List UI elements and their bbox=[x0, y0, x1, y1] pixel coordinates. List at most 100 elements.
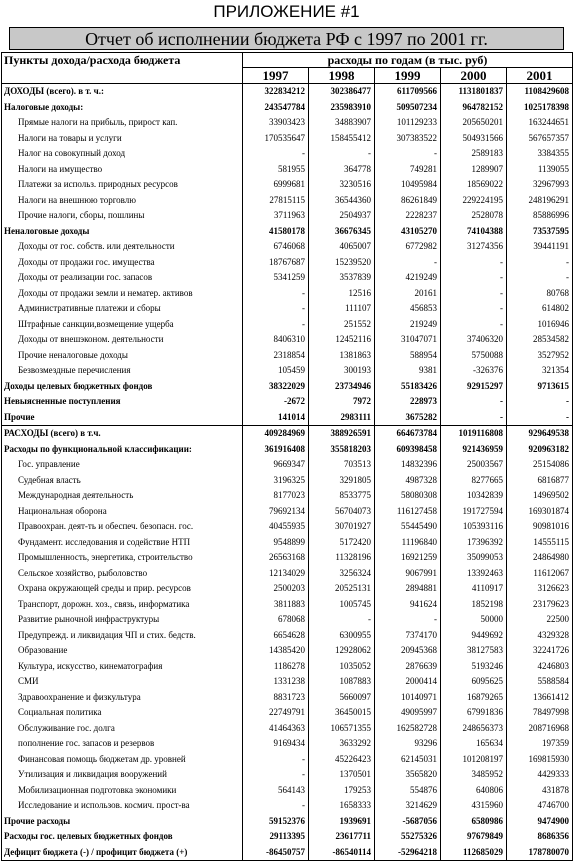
cell-value: 55275326 bbox=[374, 829, 441, 845]
cell-value: 929649538 bbox=[505, 425, 573, 442]
cell-value: 749281 bbox=[374, 161, 441, 177]
cell-value: 41580178 bbox=[242, 223, 309, 239]
cell-value: 50000 bbox=[440, 612, 507, 628]
table-row: Налоги на внешнюю торговлю 27815115 365443… bbox=[1, 192, 573, 208]
table-row: РАСХОДЫ (всего) в т.ч. 409284969 388926591… bbox=[1, 425, 573, 442]
cell-value: 10495984 bbox=[374, 177, 441, 193]
cell-value: 6999681 bbox=[242, 177, 309, 193]
cell-value: 5750088 bbox=[440, 347, 507, 363]
table-row: Штрафные санкции,возмещение ущерба -25155… bbox=[1, 316, 573, 332]
cell-value: 1186278 bbox=[242, 658, 309, 674]
cell-value: 3675282 bbox=[374, 409, 441, 426]
cell-value: 28534582 bbox=[505, 332, 573, 348]
row-label: Неналоговые доходы bbox=[1, 223, 243, 239]
cell-value: 6816877 bbox=[505, 472, 573, 488]
cell-value: 106571355 bbox=[308, 720, 375, 736]
cell-value: 1019116808 bbox=[440, 425, 507, 442]
cell-value: - bbox=[440, 285, 507, 301]
table-row: пополнение гос. запасов и резервов 916943… bbox=[1, 736, 573, 752]
cell-value: - bbox=[505, 394, 573, 410]
cell-value: 6580986 bbox=[440, 813, 507, 829]
cell-value: 1108429608 bbox=[505, 83, 573, 100]
cell-value: 2500203 bbox=[242, 581, 309, 597]
row-label: Обслуживание гос. долга bbox=[1, 720, 243, 736]
row-label: Мобилизационная подготовка экономики bbox=[1, 782, 243, 798]
table-row: Международная деятельность 8177023 8533775… bbox=[1, 488, 573, 504]
cell-value: 431878 bbox=[505, 782, 573, 798]
cell-value: 197359 bbox=[505, 736, 573, 752]
cell-value: 23617711 bbox=[308, 829, 375, 845]
cell-value: 509507234 bbox=[374, 99, 441, 115]
table-row: Утилизация и ликвидация вооружений -13705… bbox=[1, 767, 573, 783]
cell-value: 11328196 bbox=[308, 550, 375, 566]
row-label: Доходы целевых бюджетных фондов bbox=[1, 378, 243, 394]
cell-value: 4329328 bbox=[505, 627, 573, 643]
cell-value: 34883907 bbox=[308, 115, 375, 131]
cell-value: 59152376 bbox=[242, 813, 309, 829]
table-row: Культура, искусство, кинематография 11862… bbox=[1, 658, 573, 674]
cell-value: 163244651 bbox=[505, 115, 573, 131]
cell-value: 97679849 bbox=[440, 829, 507, 845]
cell-value: 38127583 bbox=[440, 643, 507, 659]
cell-value: 112685029 bbox=[440, 844, 507, 861]
cell-value: 8686356 bbox=[505, 829, 573, 845]
cell-value: 4429333 bbox=[505, 767, 573, 783]
row-label: Гос. управление bbox=[1, 457, 243, 473]
cell-value: 1658333 bbox=[308, 798, 375, 814]
cell-value: 23179623 bbox=[505, 596, 573, 612]
cell-value: 30701927 bbox=[308, 519, 375, 535]
table-row: Доходы от реализации гос. запасов 5341259… bbox=[1, 270, 573, 286]
cell-value: 27815115 bbox=[242, 192, 309, 208]
cell-value: 67991836 bbox=[440, 705, 507, 721]
cell-value: 228973 bbox=[374, 394, 441, 410]
year-header: 1997 bbox=[242, 67, 309, 84]
cell-value: 5588584 bbox=[505, 674, 573, 690]
table-row: Гос. управление 9669347 703513 14832396 2500… bbox=[1, 457, 573, 473]
table-row: Доходы от продажи земли и нематер. актив… bbox=[1, 285, 573, 301]
cell-value: 6746068 bbox=[242, 239, 309, 255]
cell-value: 17396392 bbox=[440, 534, 507, 550]
row-label: Доходы от продажи земли и нематер. актив… bbox=[1, 285, 243, 301]
table-row: Доходы от продажи гос. имущества 18767687… bbox=[1, 254, 573, 270]
cell-value: - bbox=[242, 146, 309, 162]
row-label: Образование bbox=[1, 643, 243, 659]
table-row: Прочие расходы 59152376 1939691 -5687056 658… bbox=[1, 813, 573, 829]
cell-value: 300193 bbox=[308, 363, 375, 379]
cell-value: 18569022 bbox=[440, 177, 507, 193]
table-row: Прочие 141014 2983111 3675282- - bbox=[1, 409, 573, 426]
cell-value: 41464363 bbox=[242, 720, 309, 736]
table-row: Социальная политика 22749791 36450015 49095… bbox=[1, 705, 573, 721]
cell-value: 703513 bbox=[308, 457, 375, 473]
cell-value: 964782152 bbox=[440, 99, 507, 115]
row-label: Расходы гос. целевых бюджетных фондов bbox=[1, 829, 243, 845]
cell-value: 8533775 bbox=[308, 488, 375, 504]
cell-value: 3230516 bbox=[308, 177, 375, 193]
cell-value: 1016946 bbox=[505, 316, 573, 332]
cell-value: 941624 bbox=[374, 596, 441, 612]
cell-value: 11196840 bbox=[374, 534, 441, 550]
cell-value: 4110917 bbox=[440, 581, 507, 597]
cell-value: 361916408 bbox=[242, 441, 309, 457]
table-row: Образование 14385420 12928062 20945368 38127… bbox=[1, 643, 573, 659]
cell-value: 56704073 bbox=[308, 503, 375, 519]
cell-value: 1370501 bbox=[308, 767, 375, 783]
cell-value: 170535647 bbox=[242, 130, 309, 146]
cell-value: 920963182 bbox=[505, 441, 573, 457]
cell-value: 14385420 bbox=[242, 643, 309, 659]
cell-value: - bbox=[374, 146, 441, 162]
cell-value: 8177023 bbox=[242, 488, 309, 504]
cell-value: 1289907 bbox=[440, 161, 507, 177]
table-body: ДОХОДЫ (всего). в т. ч.: 322834212 3023864… bbox=[1, 83, 573, 861]
cell-value: 162582728 bbox=[374, 720, 441, 736]
cell-value: 8831723 bbox=[242, 689, 309, 705]
table-row: Дефицит бюджета (-) / профицит бюджета (… bbox=[1, 844, 573, 861]
cell-value: 640806 bbox=[440, 782, 507, 798]
cell-value: - bbox=[242, 316, 309, 332]
cell-value: 5172420 bbox=[308, 534, 375, 550]
cell-value: 5193246 bbox=[440, 658, 507, 674]
cell-value: 5341259 bbox=[242, 270, 309, 286]
cell-value: 251552 bbox=[308, 316, 375, 332]
cell-value: 7972 bbox=[308, 394, 375, 410]
table-row: Доходы от внешэконом. деятельности 840631… bbox=[1, 332, 573, 348]
table-row: Невыясненные поступления -2672 7972 228973-… bbox=[1, 394, 573, 410]
